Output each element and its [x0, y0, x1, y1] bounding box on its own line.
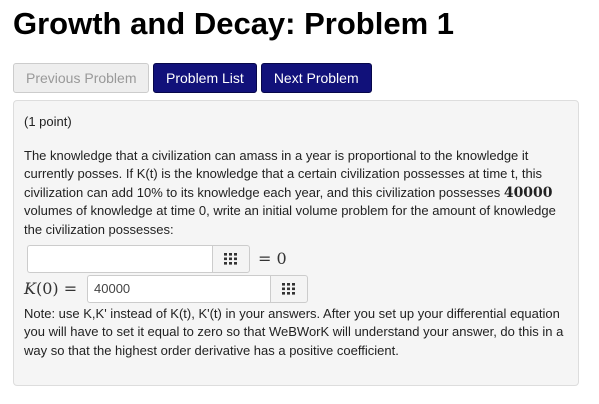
equals-zero-label: = 0	[258, 249, 287, 268]
problem-text-part-1: The knowledge that a civilization can am…	[24, 148, 543, 200]
knowledge-amount: 40000	[503, 184, 553, 201]
initial-value-input[interactable]: 40000	[87, 275, 270, 303]
differential-equation-input[interactable]	[27, 245, 212, 273]
problem-text-part-2: volumes of knowledge at time 0, write an…	[24, 203, 556, 237]
initial-value-editor-button[interactable]	[270, 275, 308, 303]
initial-condition-var: K	[24, 279, 36, 298]
initial-condition-rest: (0) =	[35, 279, 78, 298]
grid-icon	[282, 283, 295, 295]
grid-icon	[224, 253, 237, 265]
answer-note: Note: use K,K' instead of K(t), K'(t) in…	[24, 306, 564, 358]
page-title: Growth and Decay: Problem 1	[13, 6, 454, 41]
problem-list-button[interactable]: Problem List	[153, 63, 257, 93]
equation-editor-button[interactable]	[212, 245, 250, 273]
problem-nav: Previous Problem Problem List Next Probl…	[13, 63, 372, 93]
next-problem-button[interactable]: Next Problem	[260, 63, 372, 93]
problem-statement: The knowledge that a civilization can am…	[24, 147, 572, 239]
initial-condition-label: K(0) =	[24, 275, 77, 303]
points-label: (1 point)	[24, 114, 72, 129]
problem-panel: (1 point) The knowledge that a civilizat…	[13, 100, 579, 386]
previous-problem-button: Previous Problem	[13, 63, 149, 93]
